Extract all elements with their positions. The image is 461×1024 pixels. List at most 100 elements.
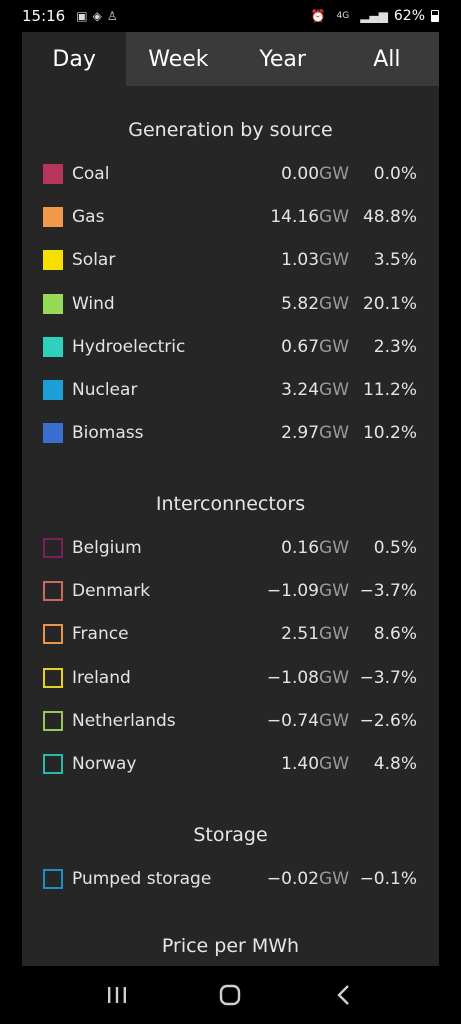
color-swatch	[43, 423, 63, 444]
alarm-icon: ⏰	[310, 9, 326, 23]
source-percent: 0.0%	[373, 163, 417, 184]
power-unit: GW	[319, 380, 349, 401]
source-row: Norway 1.40GW 4.8%	[22, 743, 439, 786]
back-button[interactable]	[324, 975, 364, 1015]
source-name: Biomass	[72, 423, 144, 444]
source-row: Solar 1.03GW 3.5%	[22, 239, 439, 282]
source-row: Belgium 0.16GW 0.5%	[22, 526, 439, 569]
source-row: Nuclear 3.24GW 11.2%	[22, 368, 439, 411]
source-row: Pumped storage −0.02GW −0.1%	[22, 857, 439, 900]
source-row: Gas 14.16GW 48.8%	[22, 195, 439, 238]
power-value: 5.82	[281, 293, 320, 314]
recent-apps-button[interactable]	[97, 975, 137, 1015]
power-value: 1.40	[281, 754, 320, 775]
power-value: 1.03	[281, 250, 320, 271]
source-percent: −2.6%	[359, 710, 417, 731]
status-bar: 15:16 ▣ ◈ ♙ ⏰ 4G ▂▄▆ 62%	[0, 0, 461, 32]
color-swatch	[43, 206, 63, 227]
power-unit: GW	[319, 667, 349, 688]
source-name: Belgium	[72, 537, 142, 558]
power-unit: GW	[319, 624, 349, 645]
color-swatch	[43, 537, 63, 558]
tab-year[interactable]: Year	[231, 32, 335, 86]
power-unit: GW	[319, 250, 349, 271]
power-unit: GW	[319, 293, 349, 314]
source-power: 5.82GW	[281, 294, 349, 314]
status-time: 15:16	[22, 7, 66, 25]
source-name: Nuclear	[72, 380, 138, 401]
source-percent: 11.2%	[362, 380, 417, 401]
power-unit: GW	[319, 581, 349, 602]
system-nav-bar	[0, 966, 461, 1024]
signal-icon: ▂▄▆	[360, 9, 388, 23]
source-power: −1.08GW	[267, 668, 349, 688]
tab-day[interactable]: Day	[22, 32, 127, 86]
person-icon: ♙	[106, 9, 118, 23]
source-power: −0.74GW	[267, 711, 349, 731]
source-percent: 10.2%	[362, 423, 417, 444]
source-row: France 2.51GW 8.6%	[22, 613, 439, 656]
power-value: 0.67	[281, 336, 320, 357]
home-icon	[220, 984, 241, 1006]
battery-icon	[431, 10, 439, 22]
source-row: Ireland −1.08GW −3.7%	[22, 656, 439, 699]
power-value: −1.09	[266, 581, 320, 602]
source-name: France	[72, 624, 129, 645]
source-percent: 0.5%	[373, 537, 417, 558]
source-power: 2.51GW	[281, 624, 349, 644]
tab-all[interactable]: All	[335, 32, 439, 86]
power-unit: GW	[319, 868, 349, 889]
source-row: Hydroelectric 0.67GW 2.3%	[22, 325, 439, 368]
generation-title: Generation by source	[128, 119, 333, 141]
interconnectors-list: Belgium 0.16GW 0.5% Denmark −1.09GW −3.7% Fran…	[22, 526, 439, 786]
tab-week[interactable]: Week	[126, 32, 230, 86]
power-unit: GW	[319, 336, 349, 357]
color-swatch	[43, 581, 63, 602]
source-power: 1.03GW	[281, 250, 349, 270]
source-name: Wind	[72, 293, 115, 314]
gallery-icon: ▣	[76, 9, 88, 23]
source-percent: 8.6%	[373, 624, 417, 645]
color-swatch	[43, 336, 63, 357]
color-swatch	[43, 710, 63, 731]
source-power: 1.40GW	[281, 754, 349, 774]
source-row: Wind 5.82GW 20.1%	[22, 282, 439, 325]
power-value: 0.16	[281, 537, 320, 558]
network-type: 4G	[336, 11, 350, 21]
energy-panel: Day Week Year All Generation by source C…	[22, 32, 439, 966]
power-unit: GW	[319, 206, 349, 227]
source-name: Gas	[72, 206, 105, 227]
source-power: −1.09GW	[267, 581, 349, 601]
source-name: Hydroelectric	[72, 336, 186, 357]
source-name: Norway	[72, 754, 137, 775]
app-notification-icon: ◈	[92, 9, 102, 23]
source-row: Netherlands −0.74GW −2.6%	[22, 699, 439, 742]
source-power: 0.16GW	[281, 538, 349, 558]
source-power: 0.67GW	[281, 337, 349, 357]
source-row: Biomass 2.97GW 10.2%	[22, 412, 439, 455]
power-value: 2.97	[281, 423, 320, 444]
source-power: −0.02GW	[267, 869, 349, 889]
source-percent: −3.7%	[359, 667, 417, 688]
source-name: Pumped storage	[72, 868, 212, 889]
power-unit: GW	[319, 423, 349, 444]
source-power: 2.97GW	[281, 423, 349, 443]
color-swatch	[43, 624, 63, 645]
generation-list: Coal 0.00GW 0.0% Gas 14.16GW 48.8% Solar 1.03GW…	[22, 152, 439, 455]
storage-list: Pumped storage −0.02GW −0.1%	[22, 857, 439, 900]
source-name: Solar	[72, 250, 116, 271]
source-percent: 3.5%	[373, 250, 417, 271]
power-value: 3.24	[281, 380, 320, 401]
source-percent: 20.1%	[362, 293, 417, 314]
power-unit: GW	[319, 163, 349, 184]
power-unit: GW	[319, 710, 349, 731]
power-unit: GW	[319, 754, 349, 775]
interconnectors-title: Interconnectors	[155, 493, 306, 516]
color-swatch	[43, 250, 63, 271]
source-power: 3.24GW	[281, 380, 349, 400]
source-percent: −0.1%	[359, 868, 417, 889]
storage-title: Storage	[193, 823, 268, 846]
home-button[interactable]	[210, 975, 250, 1015]
color-swatch	[43, 868, 63, 889]
source-name: Netherlands	[72, 710, 176, 731]
